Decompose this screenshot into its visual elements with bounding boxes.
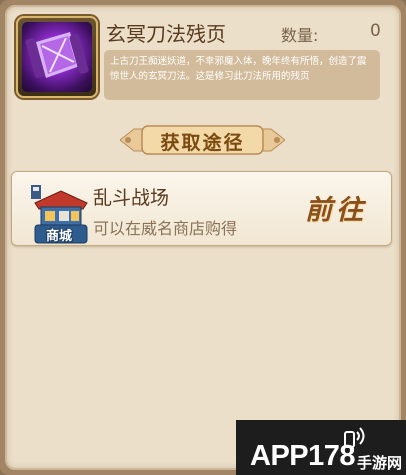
app178-watermark: APP178 手游网 [236,420,406,475]
quantity-label: 数量: [281,26,319,45]
item-description: 上古刀王痴迷妖道，不幸邪魔入体，晚年终有所悟，创造了震惊世人的玄冥刀法。这是修习… [104,50,380,100]
shop-icon-label: 商城 [45,229,72,244]
shop-icon: 商城 [27,177,95,245]
phone-signal-icon [344,427,365,448]
watermark-site: 手游网 [357,454,403,472]
acquire-banner: 获取途径 [120,123,285,157]
goto-button[interactable]: 前往 [305,188,385,228]
item-scroll-icon [16,16,98,98]
item-name: 玄冥刀法残页 [106,22,226,46]
quantity-value: 0 [370,21,381,41]
source-title: 乱斗战场 [93,187,170,209]
source-subtitle: 可以在威名商店购得 [93,219,238,238]
acquire-banner-label: 获取途径 [160,132,245,154]
